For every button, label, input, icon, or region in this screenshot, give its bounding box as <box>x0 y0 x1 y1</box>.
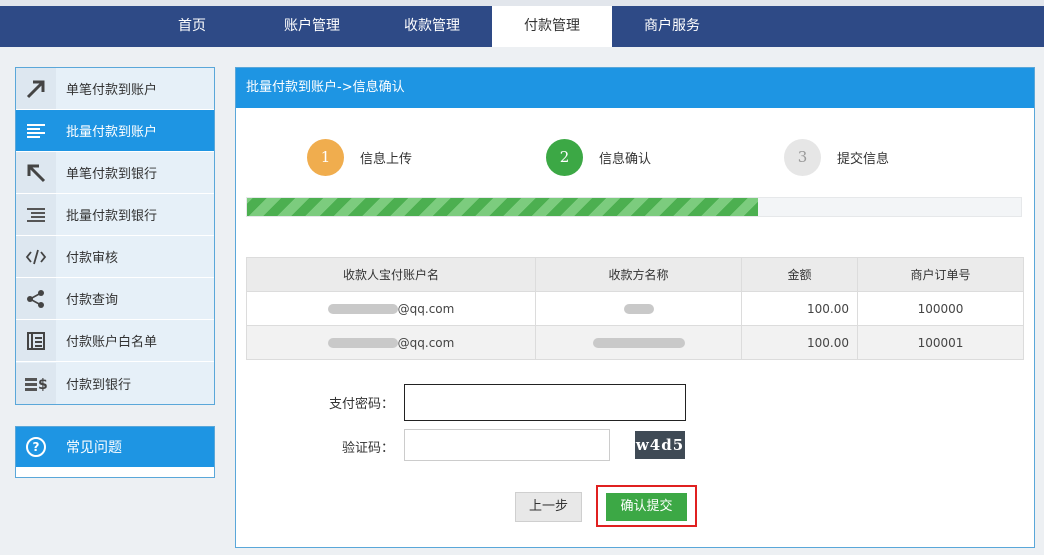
payee-name-cell <box>535 291 742 326</box>
step-number-badge: 2 <box>546 139 583 176</box>
amount-cell: 100.00 <box>741 325 858 360</box>
confirm-submit-button[interactable]: 确认提交 <box>606 493 687 521</box>
payee-name-cell <box>535 325 742 360</box>
faq-label: 常见问题 <box>66 440 122 456</box>
sidebar-menu: 单笔付款到账户 批量付款到账户 单笔付款到银行 批量付款到银行 付款审核 付款查… <box>15 67 215 405</box>
arrow-up-left-icon <box>16 152 56 193</box>
list-icon <box>16 110 56 151</box>
money-icon: $ <box>16 362 56 404</box>
column-header: 收款方名称 <box>535 257 742 292</box>
sidebar-item-label: 付款账户白名单 <box>66 335 158 350</box>
main-nav: 首页 账户管理 收款管理 付款管理 商户服务 <box>132 6 732 47</box>
nav-collection-management[interactable]: 收款管理 <box>372 6 492 47</box>
sidebar-item-label: 单笔付款到银行 <box>66 167 158 182</box>
nav-account-management[interactable]: 账户管理 <box>252 6 372 47</box>
step-label: 信息上传 <box>360 152 413 167</box>
step-confirm: 2 信息确认 <box>546 139 651 176</box>
arrow-up-right-icon <box>16 68 56 109</box>
sidebar-item-label: 付款查询 <box>66 293 119 308</box>
sidebar-item-label: 批量付款到账户 <box>66 125 158 140</box>
payment-password-input[interactable] <box>404 384 686 421</box>
amount-cell: 100.00 <box>741 291 858 326</box>
sidebar-item-pay-to-bank[interactable]: $ 付款到银行 <box>16 362 214 404</box>
table-row: @qq.com 100.00 100000 <box>246 291 1024 326</box>
account-cell: @qq.com <box>246 291 536 326</box>
nav-home[interactable]: 首页 <box>132 6 252 47</box>
main-panel: 批量付款到账户->信息确认 1 信息上传 2 信息确认 3 提交信息 收款人宝付… <box>235 67 1035 548</box>
previous-step-button[interactable]: 上一步 <box>515 492 582 522</box>
code-icon <box>16 236 56 277</box>
table-row: @qq.com 100.00 100001 <box>246 325 1024 360</box>
step-submit: 3 提交信息 <box>784 139 889 176</box>
account-cell: @qq.com <box>246 325 536 360</box>
captcha-label: 验证码： <box>341 441 394 456</box>
step-number-badge: 3 <box>784 139 821 176</box>
nav-merchant-services[interactable]: 商户服务 <box>612 6 732 47</box>
share-icon <box>16 278 56 319</box>
sidebar-item-batch-pay-account[interactable]: 批量付款到账户 <box>16 110 214 152</box>
question-circle-icon: ? <box>16 437 56 457</box>
book-icon <box>16 320 56 361</box>
faq-box: ? 常见问题 <box>15 426 215 478</box>
faq-header[interactable]: ? 常见问题 <box>16 427 214 467</box>
sidebar-item-label: 付款审核 <box>66 251 119 266</box>
sidebar-item-label: 付款到银行 <box>66 377 132 393</box>
nav-payment-management[interactable]: 付款管理 <box>492 6 612 47</box>
captcha-image[interactable]: w4d5 <box>635 431 685 459</box>
sidebar-item-label: 批量付款到银行 <box>66 209 158 224</box>
progress-bar <box>246 197 1022 217</box>
sidebar-item-label: 单笔付款到账户 <box>66 83 158 98</box>
sidebar-item-batch-pay-bank[interactable]: 批量付款到银行 <box>16 194 214 236</box>
svg-text:$: $ <box>38 377 48 392</box>
submit-highlight: 确认提交 <box>596 485 697 527</box>
step-label: 信息确认 <box>599 152 652 167</box>
progress-fill <box>247 198 758 216</box>
list-indent-icon <box>16 194 56 235</box>
sidebar-item-single-pay-bank[interactable]: 单笔付款到银行 <box>16 152 214 194</box>
sidebar-item-single-pay-account[interactable]: 单笔付款到账户 <box>16 68 214 110</box>
step-upload: 1 信息上传 <box>307 139 412 176</box>
panel-title: 批量付款到账户->信息确认 <box>236 68 1034 108</box>
step-number-badge: 1 <box>307 139 344 176</box>
sidebar-item-payment-review[interactable]: 付款审核 <box>16 236 214 278</box>
column-header: 商户订单号 <box>857 257 1024 292</box>
column-header: 金额 <box>741 257 858 292</box>
sidebar-item-payment-whitelist[interactable]: 付款账户白名单 <box>16 320 214 362</box>
order-no-cell: 100000 <box>857 291 1024 326</box>
payment-table: 收款人宝付账户名 收款方名称 金额 商户订单号 @qq.com 100.00 1… <box>246 257 1024 360</box>
column-header: 收款人宝付账户名 <box>246 257 536 292</box>
password-label: 支付密码： <box>328 397 394 412</box>
order-no-cell: 100001 <box>857 325 1024 360</box>
sidebar-item-payment-query[interactable]: 付款查询 <box>16 278 214 320</box>
top-nav-bar: 首页 账户管理 收款管理 付款管理 商户服务 <box>0 0 1044 47</box>
step-label: 提交信息 <box>837 152 890 167</box>
captcha-input[interactable] <box>404 429 610 461</box>
